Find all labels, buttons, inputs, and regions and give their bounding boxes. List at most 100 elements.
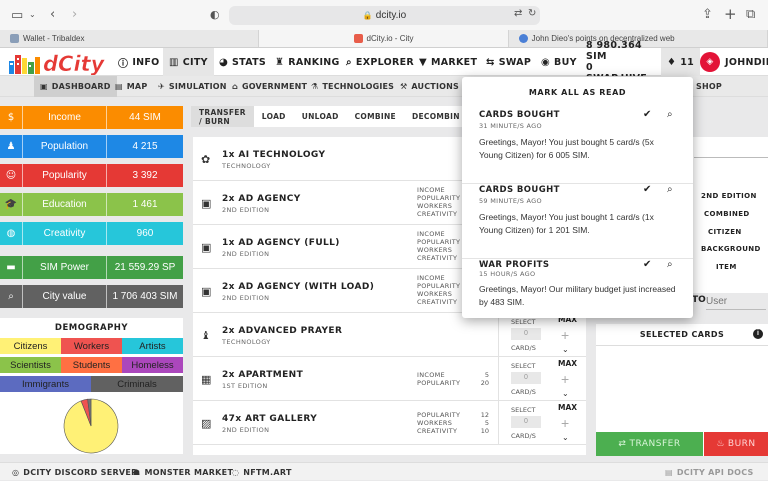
burn-button[interactable]: ♨ BURN — [704, 432, 768, 456]
card-row[interactable]: ▨ 47x ART GALLERY 2ND EDITION POPULARITY WOR… — [193, 401, 586, 445]
shield-icon[interactable]: ◐ — [210, 9, 220, 20]
stat-value: 21 559.29 SP — [106, 256, 183, 279]
card-stat-label: WORKERS — [417, 246, 453, 254]
chevron-down-icon[interactable]: ⌄ — [29, 11, 36, 19]
nftm-link[interactable]: ◌ NFTM.ART — [232, 463, 292, 481]
subnav-shop[interactable]: SHOP — [696, 76, 722, 97]
plus-icon[interactable]: + — [561, 327, 569, 343]
card-row[interactable]: ▦ 2x APARTMENT 1ST EDITION INCOME POPULARITY… — [193, 357, 586, 401]
card-stat-label: CREATIVITY — [417, 210, 458, 218]
card-stat-label: INCOME — [417, 274, 445, 282]
back-icon[interactable]: ‹ — [50, 8, 55, 21]
subnav-auctions[interactable]: ⚒ AUCTIONS — [400, 76, 459, 97]
api-docs-link[interactable]: ▤ DCITY API DOCS — [665, 463, 754, 481]
check-icon[interactable]: ✔ — [643, 109, 651, 120]
dcity-logo[interactable]: dCity — [7, 49, 109, 75]
subnav-dashboard[interactable]: ▣ DASHBOARD — [34, 76, 117, 97]
user-menu[interactable]: ◈ JOHNDIE — [700, 48, 768, 76]
share-icon[interactable]: ⇪ — [702, 8, 713, 21]
max-button[interactable]: MAX — [558, 403, 577, 412]
nav-city[interactable]: ▥ CITY — [163, 48, 214, 76]
card-stat-value: 20 — [480, 379, 489, 387]
subnav-label: TECHNOLOGIES — [322, 82, 395, 91]
search-icon[interactable]: ⌕ — [667, 259, 673, 270]
card-stat-value: 10 — [480, 427, 489, 435]
mark-all-read-button[interactable]: MARK ALL AS READ — [462, 88, 693, 97]
reload-icon[interactable]: ↻ — [528, 9, 536, 19]
monster-market-link[interactable]: ☗ MONSTER MARKET — [133, 463, 233, 481]
stat-education[interactable]: 🎓 Education 1 461 — [0, 193, 183, 216]
stat-city-value[interactable]: ⌕ City value 1 706 403 SIM — [0, 285, 183, 308]
chevron-down-icon[interactable]: ⌄ — [562, 389, 569, 398]
stat-income[interactable]: $ Income 44 SIM — [0, 106, 183, 129]
subnav-simulation[interactable]: ✈ SIMULATION — [158, 76, 227, 97]
plus-icon[interactable]: + — [561, 371, 569, 387]
sidebar-toggle-icon[interactable]: ▭ — [11, 9, 23, 22]
quantity-input[interactable]: 0 — [511, 372, 541, 384]
check-icon[interactable]: ✔ — [643, 259, 651, 270]
transfer-burn-tab[interactable]: TRANSFER / BURN — [191, 106, 254, 127]
subnav-label: AUCTIONS — [411, 82, 459, 91]
decombine-tab[interactable]: DECOMBIN — [404, 106, 468, 127]
address-bar[interactable]: 🔒 dcity.io — [229, 6, 540, 25]
nav-swap[interactable]: ⇆ SWAP — [486, 48, 531, 76]
filter-background[interactable]: BACKGROUND — [701, 245, 761, 253]
action-label: DECOMBIN — [411, 112, 460, 121]
card-stat-labels: INCOME POPULARITY — [417, 371, 460, 387]
subnav-label: SHOP — [696, 82, 722, 91]
transfer-button[interactable]: ⇄ TRANSFER — [596, 432, 703, 456]
subnav-map[interactable]: ▤ MAP — [115, 76, 147, 97]
subnav-technologies[interactable]: ⚗ TECHNOLOGIES — [311, 76, 394, 97]
tab-dcity[interactable]: dCity.io - City — [259, 30, 509, 47]
search-icon[interactable]: ⌕ — [667, 184, 673, 195]
card-edition: 2ND EDITION — [222, 426, 270, 434]
discord-link[interactable]: ◎ DCITY DISCORD SERVER — [12, 463, 138, 481]
filter-combined[interactable]: COMBINED — [704, 210, 750, 218]
max-button[interactable]: MAX — [558, 359, 577, 368]
chevron-down-icon[interactable]: ⌄ — [562, 345, 569, 354]
footer-label: DCITY DISCORD SERVER — [23, 467, 138, 477]
stat-creativity[interactable]: ◍ Creativity 960 — [0, 222, 183, 245]
nav-ranking[interactable]: ♜ RANKING — [275, 48, 340, 76]
card-stat-label: POPULARITY — [417, 194, 461, 202]
stat-popularity[interactable]: ☺ Popularity 3 392 — [0, 164, 183, 187]
subnav-government[interactable]: ⌂ GOVERNMENT — [232, 76, 307, 97]
nav-info[interactable]: ⓘ INFO — [118, 48, 160, 76]
info-icon[interactable]: i — [753, 329, 763, 339]
nav-explorer[interactable]: ⌕ EXPLORER — [346, 48, 414, 76]
nav-market[interactable]: ▼ MARKET — [419, 48, 477, 76]
nav-stats[interactable]: ◕ STATS — [219, 48, 266, 76]
card-row[interactable]: ♝ 2x ADVANCED PRAYER TECHNOLOGY SELECT 0 CARD… — [193, 313, 586, 357]
recipient-input[interactable] — [706, 293, 766, 310]
filter-item[interactable]: ITEM — [716, 263, 737, 271]
tab-wallet[interactable]: Wallet - Tribaldex — [0, 30, 260, 47]
notifications-button[interactable]: ♦ 11 — [661, 48, 701, 76]
translate-icon[interactable]: ⇄ — [514, 9, 522, 19]
filter-2nd-edition[interactable]: 2ND EDITION — [701, 192, 757, 200]
quantity-input[interactable]: 0 — [511, 416, 541, 428]
load-tab[interactable]: LOAD — [254, 106, 294, 127]
card-edition: 2ND EDITION — [222, 250, 270, 258]
demography-title: DEMOGRAPHY — [54, 323, 129, 333]
unload-tab[interactable]: UNLOAD — [294, 106, 347, 127]
forward-icon[interactable]: › — [72, 8, 77, 21]
search-icon[interactable]: ⌕ — [667, 109, 673, 120]
filter-citizen[interactable]: CITIZEN — [708, 228, 742, 236]
notification-age: 31 MINUTE/S AGO — [479, 122, 542, 130]
legend-citizens: Citizens — [0, 338, 61, 354]
chevron-down-icon[interactable]: ⌄ — [562, 433, 569, 442]
action-label: LOAD — [261, 112, 286, 121]
new-tab-icon[interactable]: + — [724, 7, 737, 22]
nav-buy[interactable]: ◉ BUY — [541, 48, 577, 76]
stat-population[interactable]: ♟ Population 4 215 — [0, 135, 183, 158]
plus-icon[interactable]: + — [561, 415, 569, 431]
combine-tab[interactable]: COMBINE — [347, 106, 404, 127]
graduation-cap-icon: 🎓 — [4, 199, 18, 210]
check-icon[interactable]: ✔ — [643, 184, 651, 195]
to-label: TO — [692, 295, 706, 305]
stat-sim-power[interactable]: ▬ SIM Power 21 559.29 SP — [0, 256, 183, 279]
tab-overview-icon[interactable]: ⧉ — [746, 8, 755, 21]
legend-criminals: Criminals — [91, 376, 183, 392]
monitor-icon: ▣ — [40, 82, 48, 91]
quantity-input[interactable]: 0 — [511, 328, 541, 340]
